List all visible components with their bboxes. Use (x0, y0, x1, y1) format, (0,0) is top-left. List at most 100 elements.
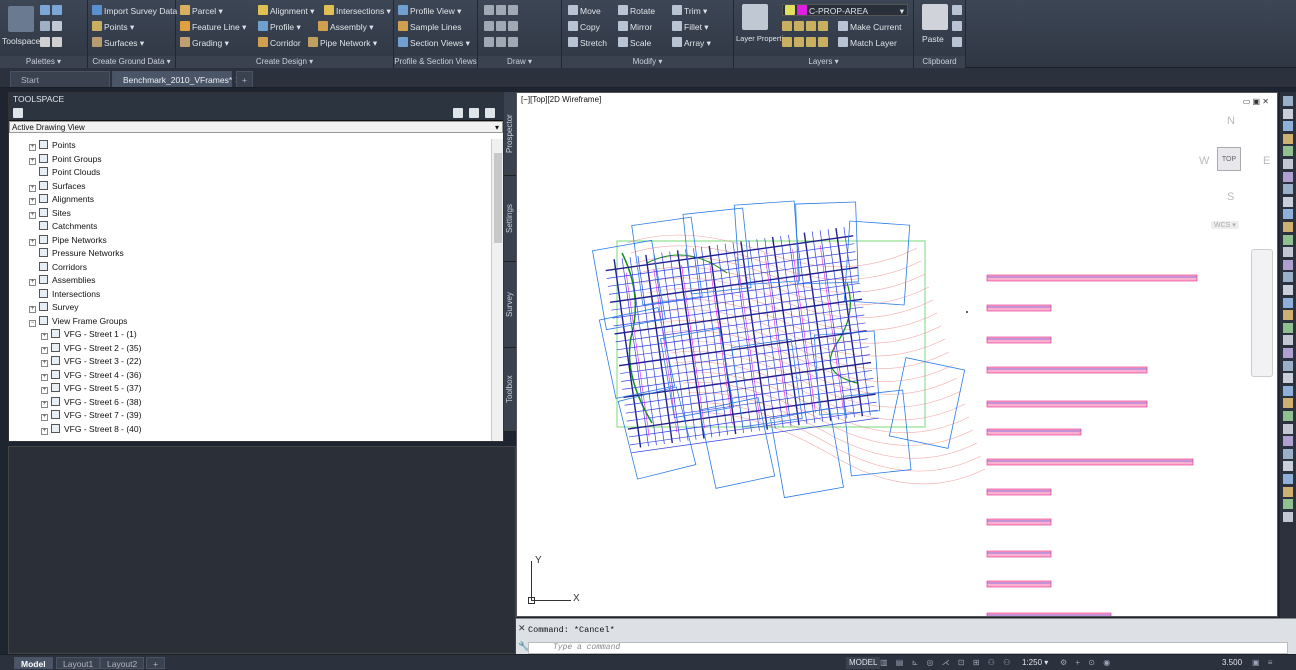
tree-item[interactable]: + Point Groups (9, 153, 493, 167)
tool-icon[interactable] (1283, 335, 1293, 346)
palette-icon-1[interactable] (40, 4, 64, 18)
tree-item[interactable]: Catchments (9, 220, 493, 234)
expand-toggle[interactable]: + (29, 144, 36, 151)
tree-item[interactable]: + VFG - Street 1 - (1) (9, 328, 493, 342)
expand-toggle[interactable]: + (41, 400, 48, 408)
create-design-panel-title[interactable]: Create Design ▾ (176, 56, 393, 68)
tree-item[interactable]: + VFG - Street 2 - (35) (9, 342, 493, 356)
tab-survey[interactable]: Survey (504, 262, 516, 348)
tree-item[interactable]: + VFG - Street 7 - (39) (9, 409, 493, 423)
rotate-button[interactable]: Rotate (618, 4, 655, 18)
mirror-button[interactable]: Mirror (618, 20, 652, 34)
cut-icon[interactable] (952, 4, 964, 18)
toolspace-icon[interactable] (8, 6, 34, 32)
palette-icon-2[interactable] (40, 20, 64, 34)
tree-item[interactable]: + Alignments (9, 193, 493, 207)
tool-icon[interactable] (1283, 184, 1293, 195)
import-survey-data-button[interactable]: Import Survey Data (92, 4, 177, 18)
tool-icon[interactable] (1283, 474, 1293, 484)
match-layer-button[interactable]: Match Layer (838, 36, 897, 50)
draw-panel-title[interactable]: Draw ▾ (478, 56, 561, 68)
tool-icon[interactable] (1283, 285, 1293, 295)
trim-button[interactable]: Trim ▾ (672, 4, 707, 18)
viewcube[interactable]: N W E S TOP WCS ▾ (1197, 113, 1277, 233)
profile-button[interactable]: Profile ▾ (258, 20, 301, 34)
corridor-button[interactable]: Corridor (258, 36, 301, 50)
tree-item[interactable]: + Points (9, 139, 493, 153)
expand-toggle[interactable]: + (41, 427, 48, 435)
expand-toggle[interactable]: + (41, 333, 48, 340)
tool-icon[interactable] (1283, 322, 1293, 333)
tool-icon[interactable] (1283, 121, 1293, 132)
scale-button[interactable]: Scale (618, 36, 651, 50)
modify-panel-title[interactable]: Modify ▾ (562, 56, 733, 68)
tool-icon[interactable] (1283, 222, 1293, 232)
poly-tools[interactable] (484, 36, 520, 50)
layer-dropdown[interactable]: C-PROP-AREA ▾ (782, 4, 908, 16)
expand-toggle[interactable]: + (29, 184, 36, 192)
tree-item[interactable]: + VFG - Street 3 - (22) (9, 355, 493, 369)
tool-icon[interactable] (1283, 360, 1293, 371)
tool-icon[interactable] (1283, 159, 1293, 169)
add-tab-button[interactable]: + (236, 71, 253, 87)
elevation-value[interactable]: 3.500 (1222, 657, 1242, 669)
feature-line-button[interactable]: Feature Line ▾ (180, 20, 246, 34)
layer-tools-row-2[interactable] (782, 36, 830, 50)
expand-toggle[interactable]: + (41, 373, 48, 381)
tool-icon[interactable] (1283, 133, 1293, 144)
tool-icon[interactable] (1283, 423, 1293, 434)
item-view-icon[interactable] (453, 108, 463, 118)
profile-view-button[interactable]: Profile View ▾ (398, 4, 461, 18)
tree-item[interactable]: Corridors (9, 261, 493, 275)
copy-clip-icon[interactable] (952, 20, 964, 34)
tree-item[interactable]: + VFG - Street 8 - (40) (9, 423, 493, 437)
tool-icon[interactable] (1283, 448, 1293, 459)
scroll-thumb[interactable] (494, 153, 502, 243)
annotation-scale[interactable]: 1:250 ▾ (1022, 657, 1048, 669)
tool-icon[interactable] (1283, 499, 1293, 510)
line-tools[interactable] (484, 4, 520, 18)
expand-toggle[interactable]: + (29, 157, 36, 165)
expand-toggle[interactable]: + (29, 238, 36, 246)
tool-icon[interactable] (1283, 398, 1293, 409)
customize-icon[interactable]: ▣ ≡ (1252, 657, 1275, 669)
toolspace-button[interactable]: Toolspace (2, 34, 40, 48)
help-icon[interactable] (485, 108, 495, 118)
status-toggles-2[interactable]: ⚙ + ⊙ ◉ (1060, 657, 1113, 669)
tool-icon[interactable] (1283, 348, 1293, 358)
parcel-button[interactable]: Parcel ▾ (180, 4, 223, 18)
tool-icon[interactable] (1283, 96, 1293, 106)
sample-lines-button[interactable]: Sample Lines (398, 20, 462, 34)
tab-prospector[interactable]: Prospector (504, 92, 516, 176)
tool-icon[interactable] (1283, 461, 1293, 472)
tree-item[interactable]: Intersections (9, 288, 493, 302)
tool-icon[interactable] (1283, 436, 1293, 447)
paste-icon[interactable] (922, 4, 948, 30)
status-toggles[interactable]: ▥ ▤ ⊾ ◎ ⋌ ⊡ ⊞ ⚇ ⚇ (880, 657, 1013, 669)
tree-item[interactable]: + Sites (9, 207, 493, 221)
points-button[interactable]: Points ▾ (92, 20, 134, 34)
tool-icon[interactable] (1283, 259, 1293, 270)
add-layout-button[interactable]: + (146, 657, 165, 669)
move-button[interactable]: Move (568, 4, 601, 18)
tab-start[interactable]: Start (10, 71, 110, 87)
expand-toggle[interactable]: + (41, 346, 48, 354)
match-prop-icon[interactable] (952, 36, 964, 50)
palette-icon-3[interactable] (40, 36, 64, 50)
drawing-canvas[interactable] (517, 93, 1278, 617)
tab-settings[interactable]: Settings (504, 176, 516, 262)
expand-toggle[interactable]: + (29, 279, 36, 286)
tree-item[interactable]: − View Frame Groups (9, 315, 493, 329)
tool-icon[interactable] (1283, 511, 1293, 522)
tree-item[interactable]: + VFG - Street 4 - (36) (9, 369, 493, 383)
tool-icon[interactable] (1283, 411, 1293, 421)
expand-toggle[interactable]: + (41, 360, 48, 367)
array-button[interactable]: Array ▾ (672, 36, 711, 50)
alignment-button[interactable]: Alignment ▾ (258, 4, 314, 18)
section-views-button[interactable]: Section Views ▾ (398, 36, 470, 50)
tool-icon[interactable] (1283, 272, 1293, 283)
intersections-button[interactable]: Intersections ▾ (324, 4, 391, 18)
tool-icon[interactable] (1283, 234, 1293, 245)
tool-icon[interactable] (1283, 171, 1293, 182)
command-input[interactable]: Type a command (528, 642, 1288, 654)
